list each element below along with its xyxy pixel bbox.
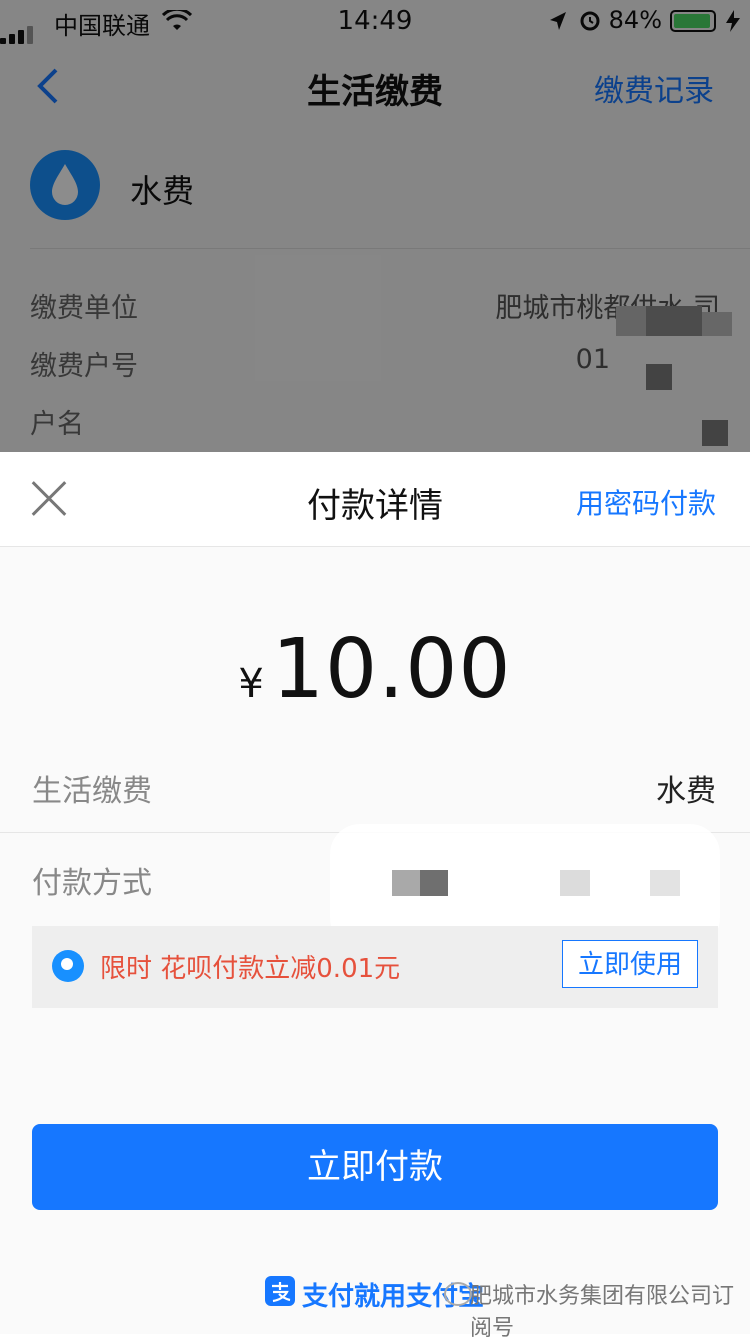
alipay-logo-icon [265,1276,295,1306]
redaction-mosaic [650,870,680,896]
detail-value: 水费 [656,774,716,809]
watermark-text: 肥城市水务集团有限公司订阅号 [470,1284,735,1341]
password-pay-link[interactable]: 用密码付款 [576,482,716,522]
redaction-mosaic [392,870,420,896]
payment-amount: 10.00 [271,622,512,717]
promo-text: 限时 花呗付款立减0.01元 [100,954,401,984]
amount-display: ¥10.00 [0,622,750,717]
detail-row-category: 生活缴费 水费 [0,744,750,834]
huabei-icon [52,950,84,982]
detail-label: 付款方式 [32,866,152,901]
redaction-mosaic [420,870,448,896]
pay-now-button[interactable]: 立即付款 [32,1124,718,1210]
wechat-icon [444,1282,472,1306]
promo-banner: 限时 花呗付款立减0.01元 立即使用 [32,926,718,1008]
redaction-mosaic [560,870,590,896]
detail-label: 生活缴费 [32,774,152,809]
use-now-button[interactable]: 立即使用 [562,940,698,988]
payment-sheet: 付款详情 用密码付款 ¥10.00 生活缴费 水费 付款方式 限时 花呗付款立减… [0,452,750,1341]
currency-symbol: ¥ [238,661,264,707]
sheet-header: 付款详情 用密码付款 [0,452,750,547]
